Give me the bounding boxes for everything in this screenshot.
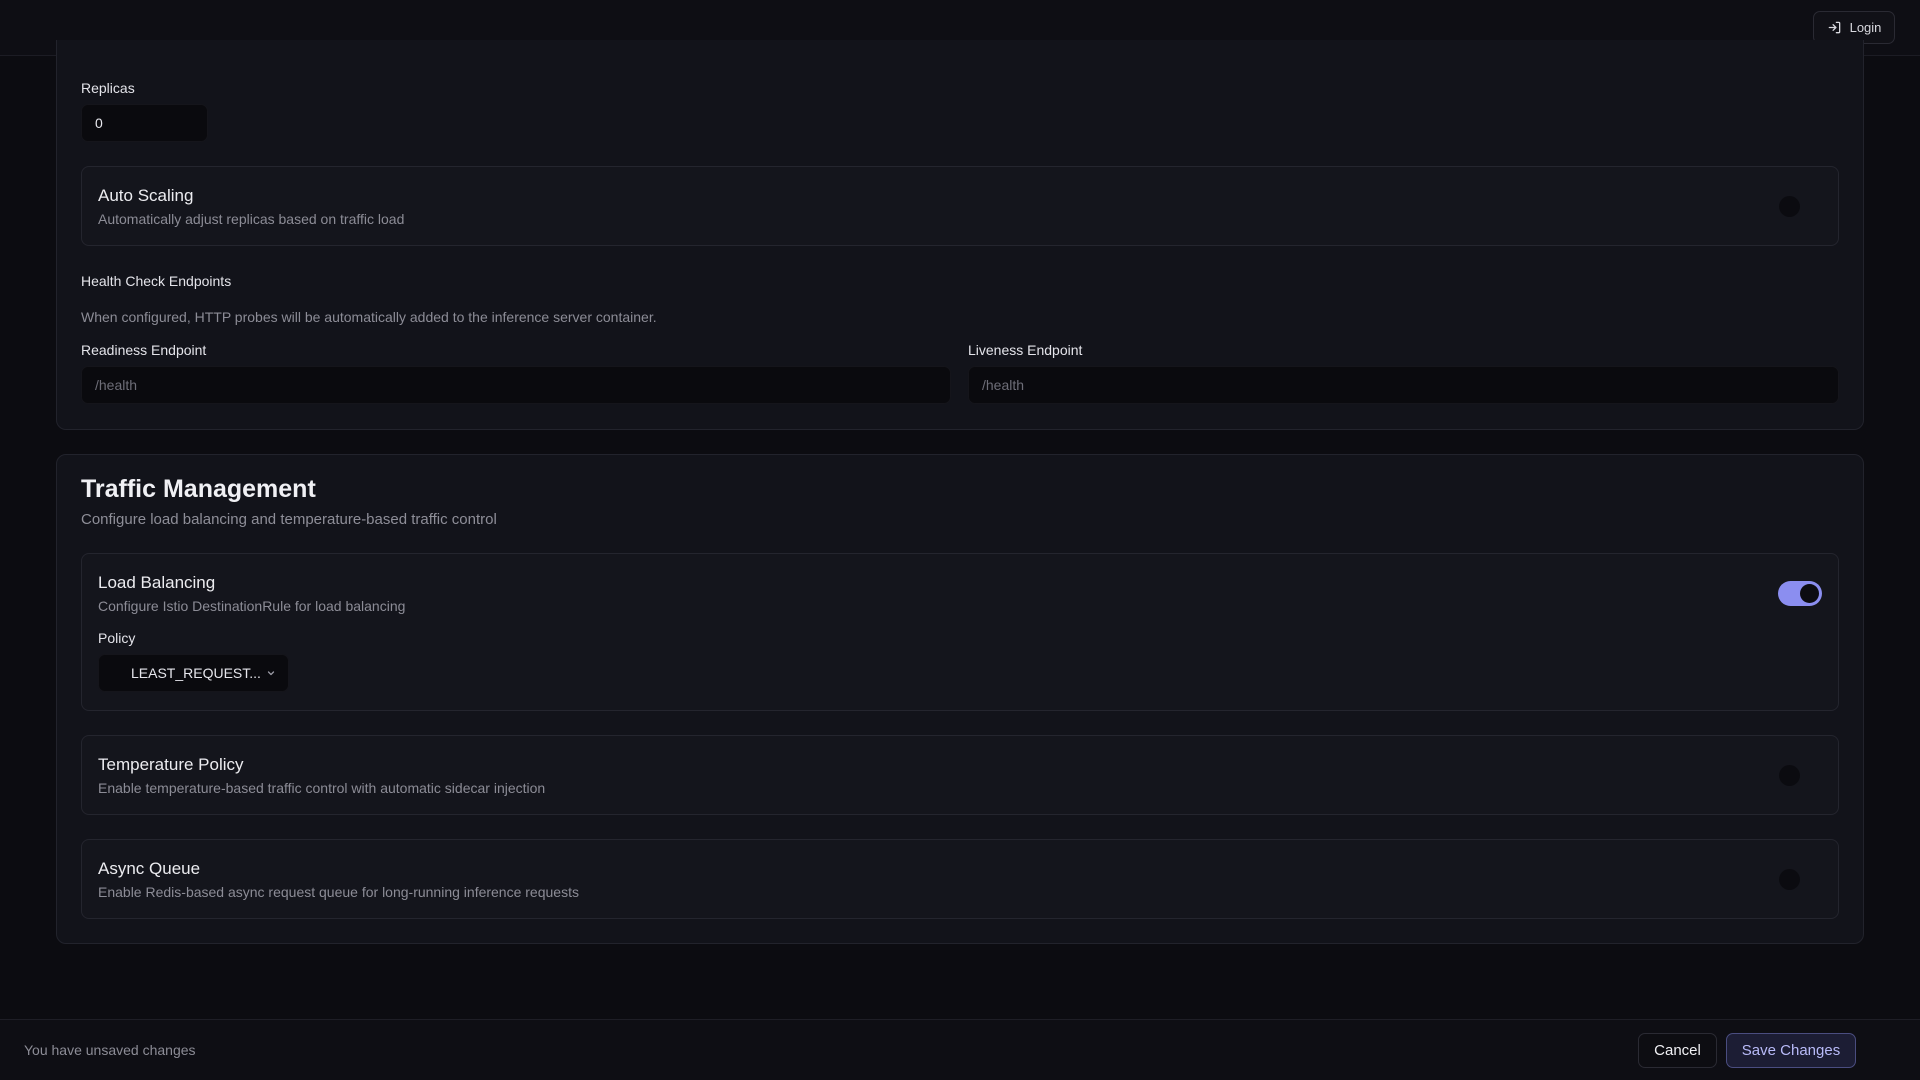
unsaved-changes-bar: You have unsaved changes Cancel Save Cha…	[0, 1019, 1920, 1080]
liveness-endpoint-input[interactable]: /health	[968, 366, 1839, 404]
temperature-policy-title: Temperature Policy	[98, 755, 244, 774]
auto-scaling-description: Automatically adjust replicas based on t…	[98, 211, 405, 227]
traffic-management-card: Traffic Management Configure load balanc…	[56, 454, 1864, 944]
temperature-policy-description: Enable temperature-based traffic control…	[98, 780, 546, 796]
auto-scaling-toggle[interactable]	[1779, 196, 1800, 217]
temperature-policy-toggle[interactable]	[1779, 765, 1800, 786]
async-queue-toggle[interactable]	[1779, 869, 1800, 890]
policy-value: LEAST_REQUEST...	[131, 665, 261, 681]
health-check-note: When configured, HTTP probes will be aut…	[81, 309, 657, 325]
auto-scaling-row: Auto Scaling Automatically adjust replic…	[81, 166, 1839, 246]
liveness-endpoint-label: Liveness Endpoint	[968, 342, 1083, 358]
unsaved-status-text: You have unsaved changes	[24, 1042, 196, 1058]
login-label: Login	[1849, 20, 1882, 35]
load-balancing-row: Load Balancing Configure Istio Destinati…	[81, 553, 1839, 711]
toggle-knob	[1800, 584, 1819, 603]
async-queue-description: Enable Redis-based async request queue f…	[98, 884, 579, 900]
readiness-endpoint-label: Readiness Endpoint	[81, 342, 207, 358]
cancel-button[interactable]: Cancel	[1638, 1033, 1717, 1068]
policy-label: Policy	[98, 630, 136, 646]
load-balancing-description: Configure Istio DestinationRule for load…	[98, 598, 406, 614]
health-check-title: Health Check Endpoints	[81, 273, 232, 289]
load-balancing-toggle[interactable]	[1778, 581, 1822, 606]
temperature-policy-row: Temperature Policy Enable temperature-ba…	[81, 735, 1839, 815]
async-queue-title: Async Queue	[98, 859, 201, 878]
deployment-settings-card: Replicas 0 Auto Scaling Automatically ad…	[56, 40, 1864, 430]
replicas-input[interactable]: 0	[81, 104, 208, 142]
readiness-endpoint-input[interactable]: /health	[81, 366, 951, 404]
save-changes-button[interactable]: Save Changes	[1726, 1033, 1856, 1068]
traffic-management-title: Traffic Management	[81, 475, 316, 503]
traffic-management-description: Configure load balancing and temperature…	[81, 511, 497, 528]
login-icon	[1828, 21, 1840, 34]
auto-scaling-title: Auto Scaling	[98, 186, 194, 205]
replicas-label: Replicas	[81, 80, 135, 96]
policy-select[interactable]: LEAST_REQUEST...	[98, 654, 289, 692]
async-queue-row: Async Queue Enable Redis-based async req…	[81, 839, 1839, 919]
chevron-down-icon	[267, 671, 275, 676]
load-balancing-title: Load Balancing	[98, 573, 216, 592]
